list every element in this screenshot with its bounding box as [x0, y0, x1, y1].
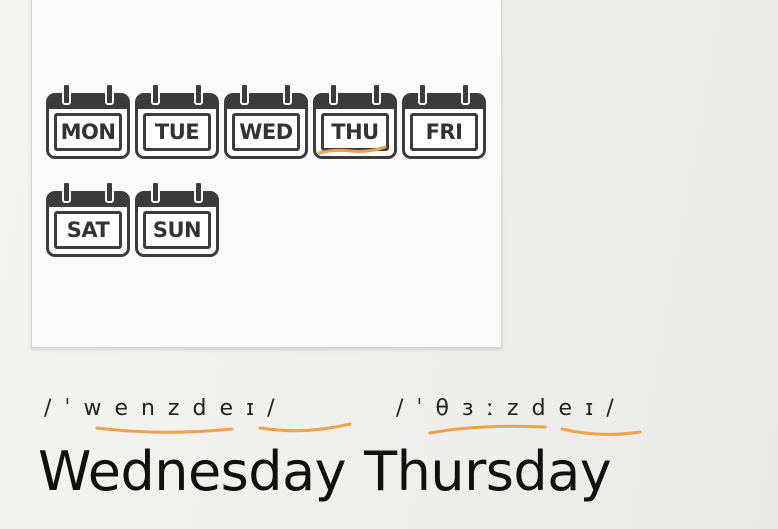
- day-words: Wednesday Thursday: [38, 440, 612, 503]
- word-wednesday: Wednesday: [38, 440, 347, 503]
- day-label-thu: THU: [331, 120, 379, 144]
- calendar-sun: SUN: [135, 181, 221, 261]
- calendar-mon: MON: [46, 83, 132, 163]
- phonetic-transcriptions: /ˈwenzdeɪ/ /ˈθɜːzdeɪ/: [44, 396, 694, 436]
- word-thursday: Thursday: [364, 440, 612, 503]
- day-label-sun: SUN: [152, 218, 202, 242]
- day-label-wed: WED: [239, 120, 293, 144]
- calendar-sat: SAT: [46, 181, 132, 261]
- day-label-tue: TUE: [154, 120, 200, 144]
- calendar-thu: THU: [313, 83, 399, 163]
- calendar-fri: FRI: [402, 83, 488, 163]
- calendar-tue: TUE: [135, 83, 221, 163]
- ipa-wednesday: /ˈwenzdeɪ/: [44, 396, 288, 421]
- calendar-wed: WED: [224, 83, 310, 163]
- ipa-thursday: /ˈθɜːzdeɪ/: [396, 396, 627, 421]
- day-label-sat: SAT: [66, 218, 110, 242]
- day-label-mon: MON: [60, 120, 116, 144]
- weekday-card: MON TUE WED THU FRI SAT SUN: [31, 0, 502, 348]
- day-label-fri: FRI: [425, 120, 463, 144]
